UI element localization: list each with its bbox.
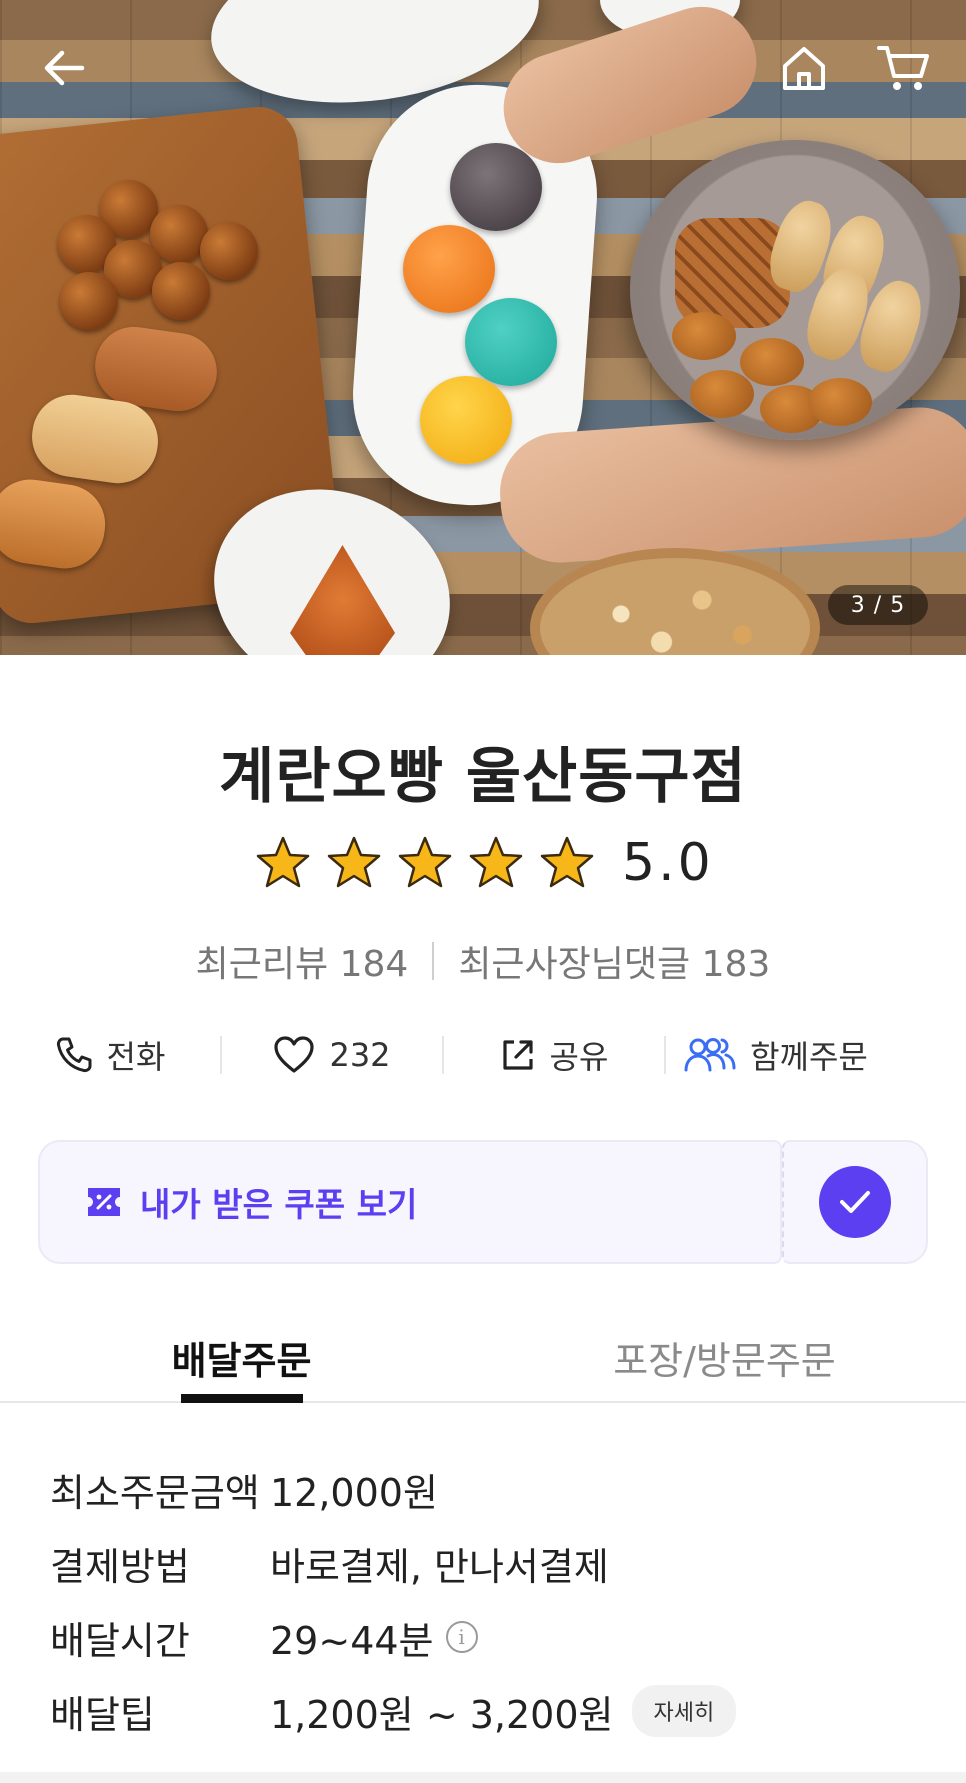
phone-icon — [56, 1037, 92, 1073]
info-value: 바로결제, 만나서결제 — [270, 1544, 609, 1589]
hero-cookie — [672, 312, 736, 360]
hero-pastry — [60, 272, 118, 330]
share-button[interactable]: 공유 — [444, 1032, 664, 1078]
delivery-info: 최소주문금액 12,000원 결제방법 바로결제, 만나서결제 배달시간 29~… — [50, 1452, 930, 1748]
home-button[interactable] — [776, 40, 832, 96]
hero-macaron — [420, 376, 512, 464]
info-value-wrap: 29~44분 i — [270, 1610, 478, 1665]
hero-macaron — [465, 298, 557, 386]
hero-cookie — [740, 338, 804, 386]
call-label: 전화 — [106, 1038, 166, 1076]
info-label: 배달팁 — [50, 1692, 155, 1737]
section-divider — [0, 1772, 966, 1783]
star-icon — [469, 836, 523, 888]
delivery-tip-detail-button[interactable]: 자세히 — [631, 1685, 737, 1737]
info-value: 29~44분 — [270, 1618, 434, 1663]
info-label: 결제방법 — [50, 1544, 190, 1589]
store-action-bar: 전화 232 공유 함께주문 — [0, 1025, 966, 1085]
like-count: 232 — [329, 1036, 391, 1074]
like-button[interactable]: 232 — [222, 1036, 442, 1074]
hero-pastry — [152, 262, 210, 320]
tab-label: 배달주문 — [171, 1339, 312, 1383]
hero-popcorn-bowl — [530, 548, 820, 655]
info-row-min-order: 최소주문금액 12,000원 — [50, 1452, 930, 1526]
store-hero-image[interactable]: 3 / 5 — [0, 0, 966, 655]
check-icon — [819, 1166, 891, 1238]
coupon-check-button[interactable] — [782, 1140, 928, 1264]
info-label: 최소주문금액 — [50, 1470, 260, 1515]
group-order-button[interactable]: 함께주문 — [666, 1032, 886, 1078]
star-icon — [256, 836, 310, 888]
info-value: 1,200원 ~ 3,200원 — [270, 1692, 614, 1737]
rating-value: 5.0 — [622, 833, 714, 893]
star-icon — [327, 836, 381, 888]
hero-cookie — [808, 378, 872, 426]
back-arrow-icon — [44, 50, 85, 86]
recent-reviews-link[interactable]: 최근리뷰 184 — [196, 935, 409, 987]
coupon-banner: 내가 받은 쿠폰 보기 — [38, 1140, 928, 1264]
info-icon[interactable]: i — [445, 1621, 478, 1653]
hero-pastry — [200, 222, 258, 280]
image-page-counter: 3 / 5 — [828, 585, 928, 625]
info-row-payment: 결제방법 바로결제, 만나서결제 — [50, 1526, 930, 1600]
hero-macaron — [450, 143, 542, 231]
coupon-label: 내가 받은 쿠폰 보기 — [140, 1185, 418, 1224]
back-button[interactable] — [36, 40, 92, 96]
cart-icon — [877, 46, 929, 90]
hero-macaron — [403, 225, 495, 313]
star-icon — [398, 836, 452, 888]
tab-takeout[interactable]: 포장/방문주문 — [483, 1318, 966, 1401]
call-button[interactable]: 전화 — [0, 1032, 220, 1078]
info-row-delivery-tip: 배달팁 1,200원 ~ 3,200원 자세히 — [50, 1674, 930, 1748]
group-users-icon — [684, 1038, 736, 1072]
share-label: 공유 — [549, 1038, 609, 1076]
group-order-label: 함께주문 — [750, 1038, 868, 1076]
active-tab-indicator — [180, 1394, 303, 1403]
divider — [432, 942, 435, 980]
owner-replies-link[interactable]: 최근사장님댓글 183 — [458, 935, 770, 987]
info-row-delivery-time: 배달시간 29~44분 i — [50, 1600, 930, 1674]
home-icon — [783, 47, 825, 90]
cart-button[interactable] — [874, 40, 934, 96]
heart-icon — [274, 1036, 315, 1073]
rating-row: 5.0 — [255, 832, 714, 894]
review-summary: 최근리뷰 184 최근사장님댓글 183 — [0, 935, 966, 987]
tab-delivery[interactable]: 배달주문 — [0, 1318, 483, 1403]
tab-label: 포장/방문주문 — [613, 1339, 836, 1383]
store-name: 계란오빵 울산동구점 — [219, 742, 747, 812]
info-label: 배달시간 — [50, 1618, 190, 1663]
order-type-tabs: 배달주문 포장/방문주문 — [0, 1318, 966, 1403]
info-value-wrap: 1,200원 ~ 3,200원 자세히 — [270, 1684, 737, 1739]
hero-cookie — [690, 370, 754, 418]
share-icon — [502, 1040, 533, 1070]
coupon-icon — [88, 1188, 120, 1216]
star-icon — [540, 836, 594, 888]
info-value: 12,000원 — [270, 1470, 438, 1515]
my-coupons-button[interactable]: 내가 받은 쿠폰 보기 — [38, 1140, 782, 1264]
